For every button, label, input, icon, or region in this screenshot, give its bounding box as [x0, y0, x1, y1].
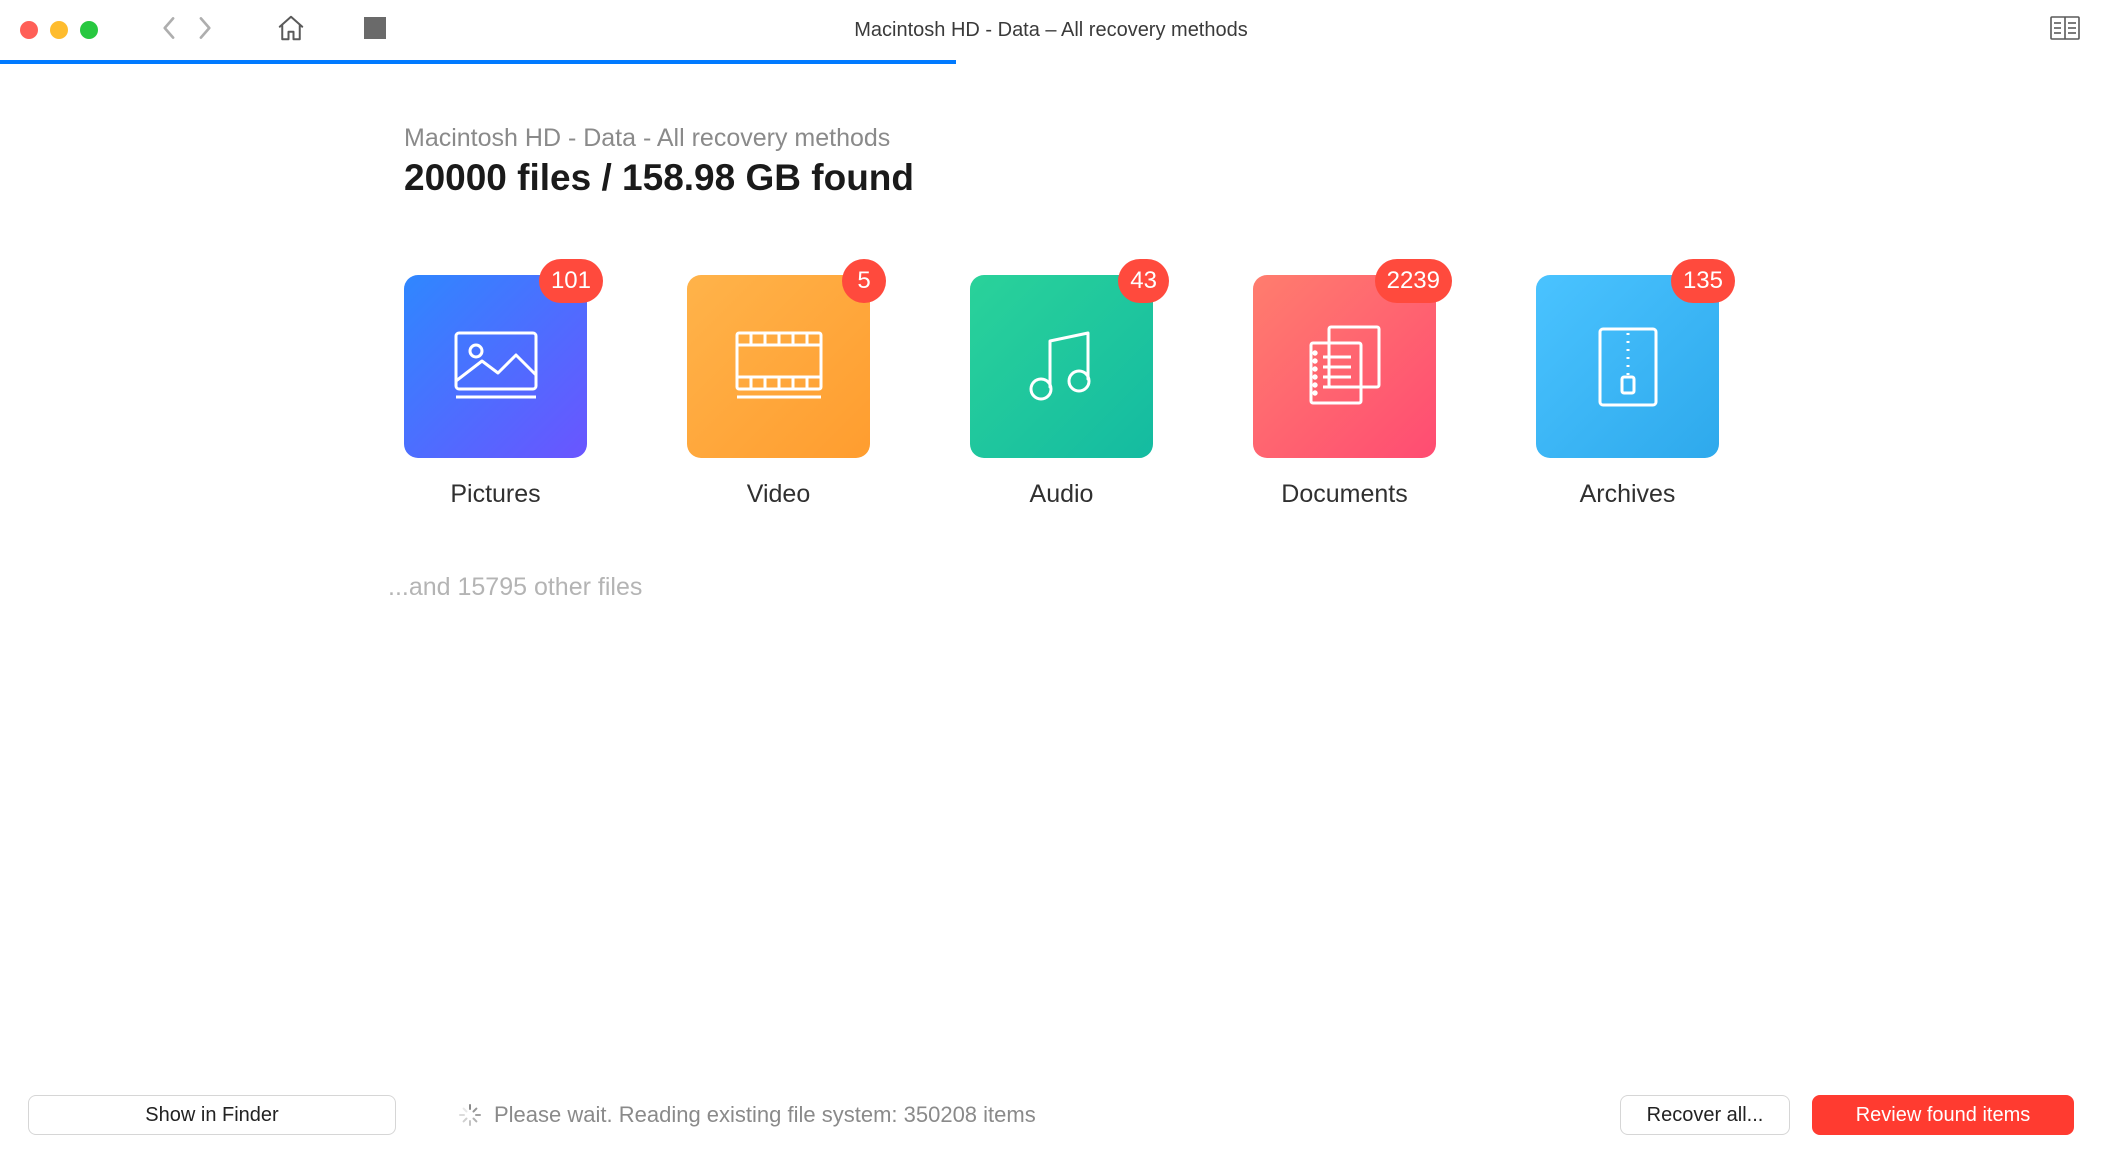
category-tile: 43 — [970, 275, 1153, 458]
category-label: Pictures — [450, 480, 540, 509]
review-found-items-button[interactable]: Review found items — [1812, 1095, 2074, 1135]
count-badge: 2239 — [1375, 259, 1452, 303]
columns-icon — [2050, 16, 2080, 40]
chevron-right-icon — [197, 16, 212, 40]
category-tile: 101 — [404, 275, 587, 458]
show-in-finder-button[interactable]: Show in Finder — [28, 1095, 396, 1135]
other-files-note: ...and 15795 other files — [388, 573, 2102, 602]
music-icon — [1026, 327, 1098, 407]
category-tile: 2239 — [1253, 275, 1436, 458]
documents-icon — [1305, 325, 1385, 409]
status-text: Please wait. Reading existing file syste… — [494, 1102, 1036, 1128]
spinner-icon — [458, 1103, 482, 1127]
view-mode-button[interactable] — [2050, 16, 2080, 45]
scan-summary: 20000 files / 158.98 GB found — [404, 157, 2102, 199]
home-icon — [276, 13, 306, 43]
category-audio[interactable]: 43 Audio — [970, 275, 1153, 509]
maximize-window-button[interactable] — [80, 21, 98, 39]
home-button[interactable] — [276, 13, 306, 48]
nav-history — [156, 12, 218, 49]
back-button[interactable] — [156, 12, 183, 49]
category-pictures[interactable]: 101 Pictures — [404, 275, 587, 509]
window-controls — [20, 21, 98, 39]
category-label: Archives — [1580, 480, 1676, 509]
film-icon — [735, 331, 823, 403]
recover-all-button[interactable]: Recover all... — [1620, 1095, 1790, 1135]
close-window-button[interactable] — [20, 21, 38, 39]
breadcrumb: Macintosh HD - Data - All recovery metho… — [404, 124, 2102, 153]
count-badge: 101 — [539, 259, 603, 303]
category-tile: 135 — [1536, 275, 1719, 458]
footer-bar: Show in Finder Please wait. Reading exis… — [0, 1076, 2102, 1154]
zip-icon — [1596, 327, 1660, 407]
titlebar: Macintosh HD - Data – All recovery metho… — [0, 0, 2102, 60]
stop-icon — [364, 17, 386, 39]
category-tile: 5 — [687, 275, 870, 458]
category-label: Video — [747, 480, 811, 509]
category-label: Documents — [1281, 480, 1407, 509]
forward-button[interactable] — [191, 12, 218, 49]
category-label: Audio — [1030, 480, 1094, 509]
chevron-left-icon — [162, 16, 177, 40]
count-badge: 43 — [1118, 259, 1169, 303]
category-grid: 101 Pictures 5 — [404, 275, 2102, 509]
category-archives[interactable]: 135 Archives — [1536, 275, 1719, 509]
scan-progress-fill — [0, 60, 956, 64]
count-badge: 135 — [1671, 259, 1735, 303]
stop-button[interactable] — [364, 17, 386, 44]
minimize-window-button[interactable] — [50, 21, 68, 39]
count-badge: 5 — [842, 259, 886, 303]
status-message: Please wait. Reading existing file syste… — [458, 1102, 1036, 1128]
category-video[interactable]: 5 Video — [687, 275, 870, 509]
category-documents[interactable]: 2239 Documents — [1253, 275, 1436, 509]
window-title: Macintosh HD - Data – All recovery metho… — [854, 19, 1248, 42]
scan-progress-bar — [0, 60, 2102, 64]
main-content: Macintosh HD - Data - All recovery metho… — [0, 64, 2102, 602]
image-icon — [454, 331, 538, 403]
